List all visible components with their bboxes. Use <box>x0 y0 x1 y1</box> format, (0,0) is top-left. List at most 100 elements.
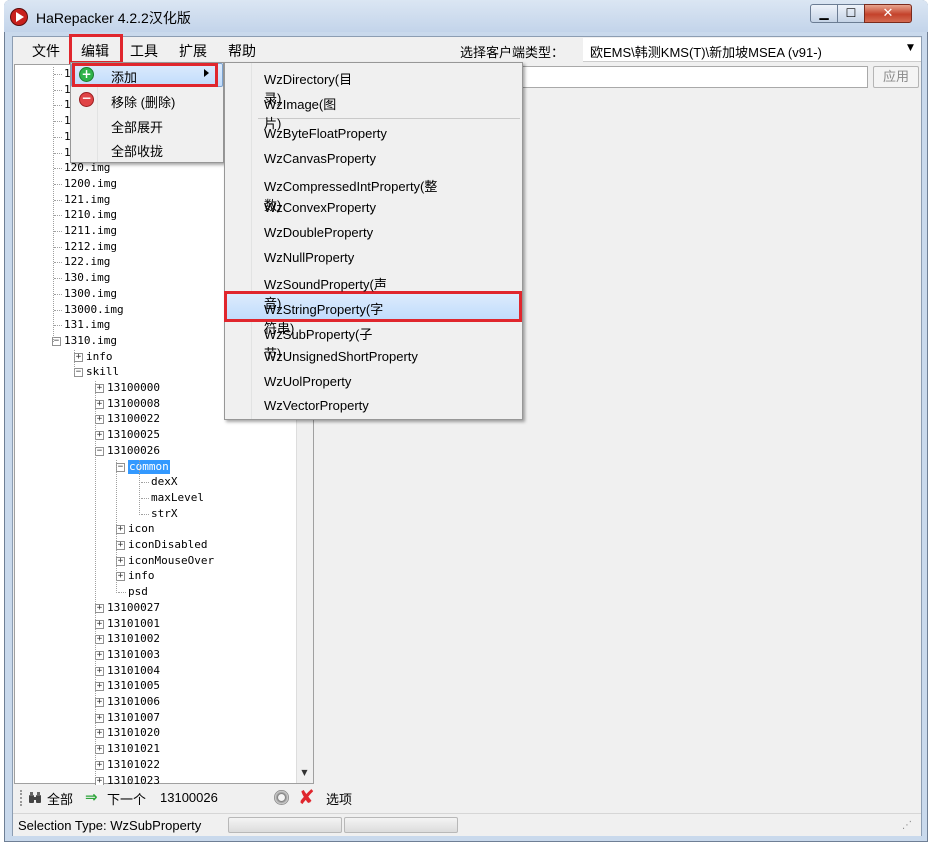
edit-menu-expand-all-label: 全部展开 <box>111 120 164 135</box>
close-window-button[interactable]: ✕ <box>864 4 912 23</box>
resize-grip-icon[interactable]: ⋰ <box>902 820 912 831</box>
expand-icon[interactable]: + <box>95 399 104 409</box>
expand-icon[interactable]: + <box>95 698 104 707</box>
tree-node-img[interactable]: 122.img <box>64 255 110 269</box>
tree-node-property[interactable]: dexX <box>151 475 178 489</box>
tree-node-img[interactable]: 130.img <box>64 271 110 285</box>
expand-icon[interactable]: + <box>95 431 104 441</box>
selection-type-status: Selection Type: WzSubProperty <box>18 818 202 833</box>
tree-node-img[interactable]: 13000.img <box>64 303 124 317</box>
minimize-button[interactable]: ▁ <box>810 4 838 23</box>
edit-menu-collapse-all-label: 全部收拢 <box>111 144 164 159</box>
tree-connector <box>54 215 62 217</box>
tree-node-img[interactable]: 1300.img <box>64 287 117 301</box>
menu-extend[interactable]: 扩展 <box>179 41 207 61</box>
menu-tools[interactable]: 工具 <box>130 41 158 61</box>
find-all-button[interactable]: 全部 <box>47 789 73 808</box>
tree-node-skill-id[interactable]: 13101021 <box>107 742 160 756</box>
tree-node-img[interactable]: 1211.img <box>64 224 117 238</box>
expand-icon[interactable]: + <box>116 572 125 582</box>
expand-icon[interactable]: + <box>95 729 104 739</box>
tree-node-skill-id[interactable]: 13100025 <box>107 428 160 442</box>
tree-node-skill-id[interactable]: 13101005 <box>107 679 160 693</box>
tree-node-img[interactable]: 1210.img <box>64 208 117 222</box>
expand-icon[interactable]: + <box>116 556 125 566</box>
tree-node-img[interactable]: 121.img <box>64 193 110 207</box>
expand-icon[interactable]: + <box>95 713 104 723</box>
tree-connector <box>141 482 149 484</box>
tree-node-property[interactable]: iconDisabled <box>128 538 207 552</box>
expand-icon[interactable]: + <box>95 650 104 660</box>
tree-node-img[interactable]: 1200.img <box>64 177 117 191</box>
menu-file[interactable]: 文件 <box>32 41 60 61</box>
submenu-item[interactable]: WzCanvasProperty <box>264 151 376 166</box>
submenu-item[interactable]: WzByteFloatProperty <box>264 126 387 141</box>
maximize-button[interactable]: ☐ <box>837 4 865 23</box>
tree-node-info[interactable]: info <box>86 350 113 364</box>
tree-node-common[interactable]: common <box>128 459 170 474</box>
expand-icon[interactable]: + <box>95 619 104 629</box>
value-input[interactable] <box>516 66 868 88</box>
expand-icon[interactable]: + <box>95 635 104 645</box>
tree-node-property[interactable]: psd <box>128 585 148 599</box>
tree-node-img[interactable]: 131.img <box>64 318 110 332</box>
tree-connector <box>54 121 62 123</box>
toolbar-grip[interactable] <box>20 790 25 806</box>
client-type-value: 欧EMS\韩测KMS(T)\新加坡MSEA (v91-) <box>590 45 822 60</box>
tree-connector <box>139 459 140 515</box>
menu-help[interactable]: 帮助 <box>228 41 256 61</box>
collapse-icon[interactable]: − <box>95 446 104 456</box>
options-button[interactable]: 选项 <box>326 789 352 808</box>
submenu-item[interactable]: WzUolProperty <box>264 374 351 389</box>
expand-icon[interactable]: + <box>74 352 83 362</box>
tree-node-skill-id[interactable]: 13100000 <box>107 381 160 395</box>
tree-node-img[interactable]: 1212.img <box>64 240 117 254</box>
tree-node-skill-id[interactable]: 13101007 <box>107 711 160 725</box>
tree-node-property[interactable]: iconMouseOver <box>128 554 214 568</box>
tree-node-img[interactable]: 1310.img <box>64 334 117 348</box>
submenu-item[interactable]: WzUnsignedShortProperty <box>264 349 418 364</box>
expand-icon[interactable]: + <box>116 541 125 550</box>
collapse-icon[interactable]: − <box>74 368 83 378</box>
expand-icon[interactable]: + <box>95 384 104 393</box>
tree-node-img[interactable]: 120.img <box>64 161 110 175</box>
tree-node-skill-id[interactable]: 13101002 <box>107 632 160 646</box>
scroll-down-arrow-icon[interactable]: ▼ <box>296 764 313 782</box>
expand-icon[interactable]: + <box>95 682 104 692</box>
gear-icon[interactable] <box>274 790 289 805</box>
close-search-icon[interactable]: ✘ <box>298 785 315 809</box>
tree-node-skill-id[interactable]: 13101003 <box>107 648 160 662</box>
tree-node-skill-id[interactable]: 13101004 <box>107 664 160 678</box>
collapse-icon[interactable]: − <box>116 462 125 472</box>
tree-node-skill-id[interactable]: 13100008 <box>107 397 160 411</box>
tree-node-property[interactable]: maxLevel <box>151 491 204 505</box>
submenu-item[interactable]: WzNullProperty <box>264 250 354 265</box>
tree-node-skill-id[interactable]: 13100026 <box>107 444 160 458</box>
submenu-item[interactable]: WzDoubleProperty <box>264 225 373 240</box>
tree-node-skill-id[interactable]: 13100027 <box>107 601 160 615</box>
expand-icon[interactable]: + <box>95 415 104 425</box>
submenu-item[interactable]: WzVectorProperty <box>264 398 369 413</box>
submenu-item[interactable]: WzConvexProperty <box>264 200 376 215</box>
tree-node-skill-id[interactable]: 13100022 <box>107 412 160 426</box>
find-next-button[interactable]: 下一个 <box>107 789 146 808</box>
arrow-right-icon[interactable]: ⇒ <box>85 788 98 806</box>
tree-node-skill-id[interactable]: 13101022 <box>107 758 160 772</box>
tree-connector <box>54 183 62 185</box>
expand-icon[interactable]: + <box>95 666 104 676</box>
expand-icon[interactable]: + <box>95 603 104 613</box>
tree-connector <box>54 246 62 248</box>
tree-node-skill[interactable]: skill <box>86 365 119 379</box>
expand-icon[interactable]: + <box>116 525 125 535</box>
tree-node-property[interactable]: icon <box>128 522 155 536</box>
tree-node-property[interactable]: info <box>128 569 155 583</box>
tree-node-skill-id[interactable]: 13101020 <box>107 726 160 740</box>
expand-icon[interactable]: + <box>95 745 104 755</box>
tree-node-skill-id[interactable]: 13101006 <box>107 695 160 709</box>
dropdown-arrow-icon[interactable]: ▼ <box>907 43 914 53</box>
tree-node-skill-id[interactable]: 13101001 <box>107 617 160 631</box>
tree-node-property[interactable]: strX <box>151 507 178 521</box>
expand-icon[interactable]: + <box>95 760 104 770</box>
apply-button[interactable]: 应用 <box>873 66 919 88</box>
submenu-icon-strip <box>251 63 253 419</box>
